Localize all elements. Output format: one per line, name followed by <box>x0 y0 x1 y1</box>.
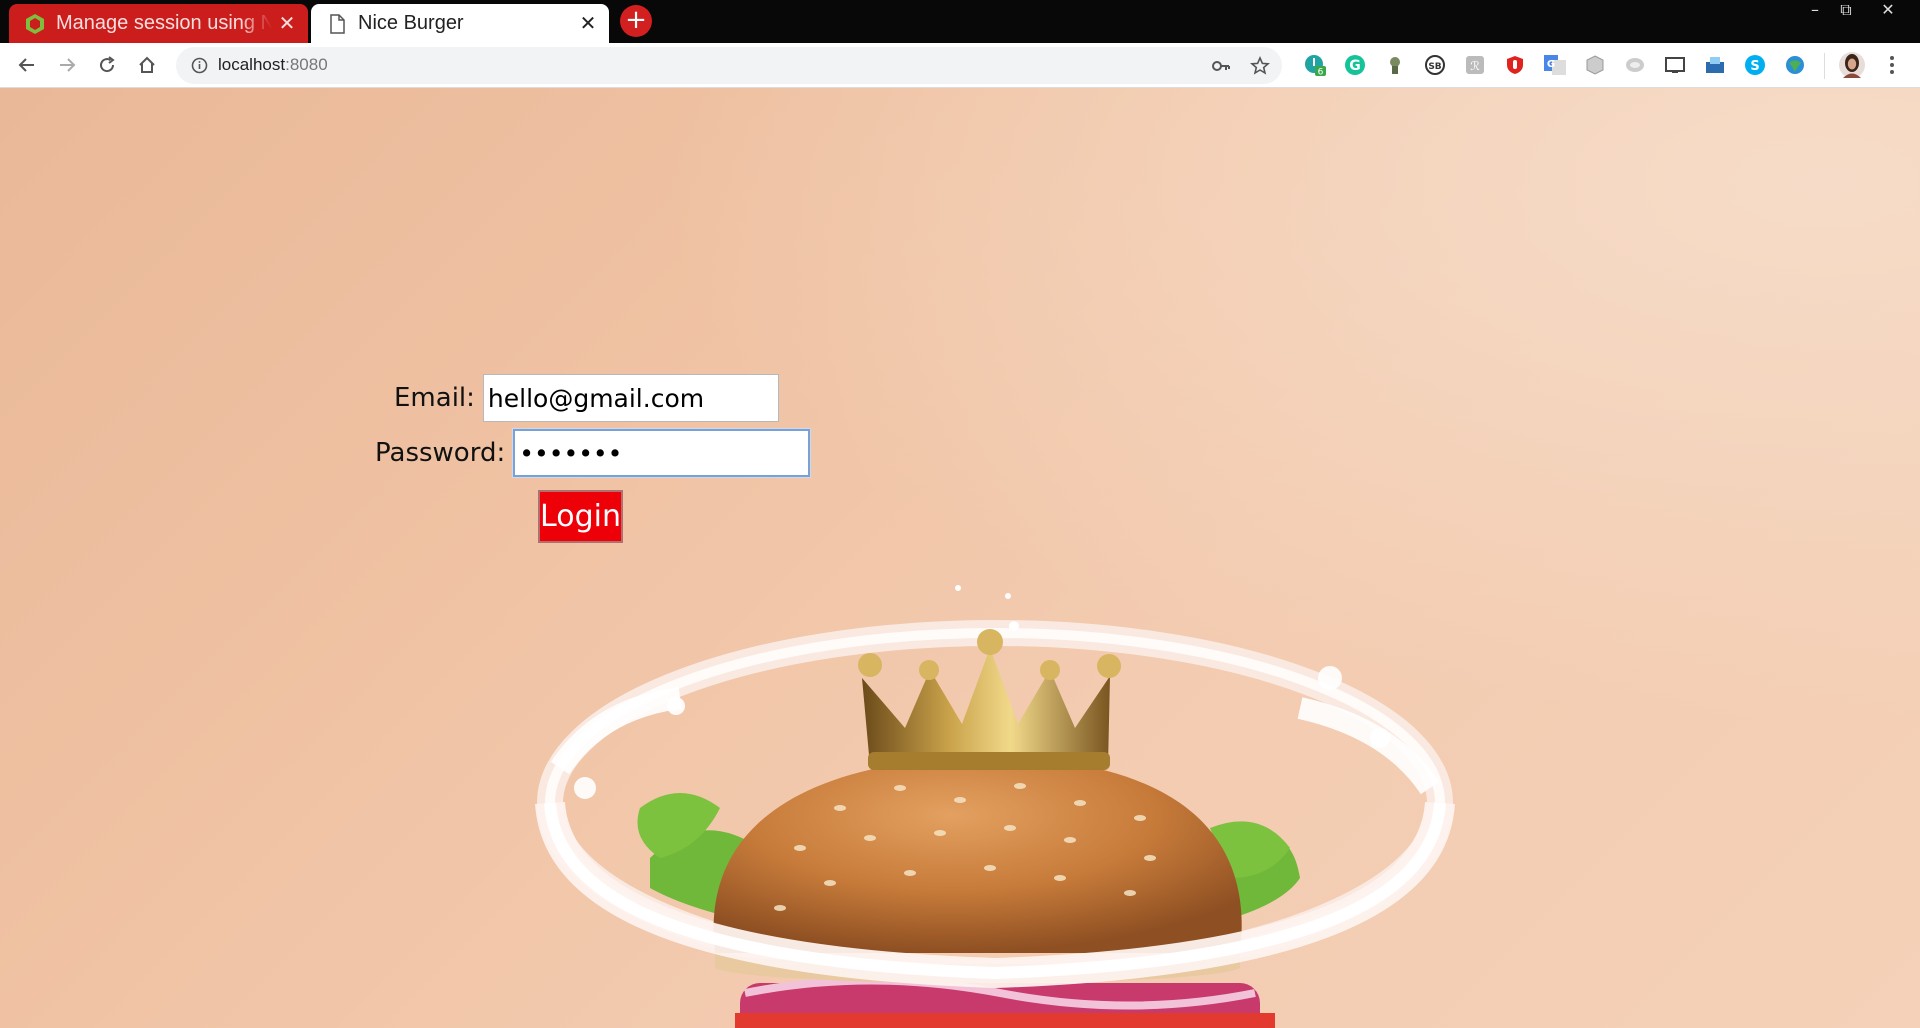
new-tab-button[interactable]: + <box>620 5 652 37</box>
login-button[interactable]: Login <box>538 490 623 543</box>
page-viewport: Email: Password: Login <box>0 88 1920 1028</box>
node-icon <box>26 13 44 34</box>
tab-nice-burger[interactable]: Nice Burger ✕ <box>311 4 609 43</box>
grammarly-icon[interactable]: G <box>1343 53 1367 77</box>
sb-icon[interactable]: SB <box>1423 53 1447 77</box>
reload-button[interactable] <box>91 49 123 81</box>
page-icon <box>330 13 345 34</box>
bookmark-star-icon[interactable] <box>1250 56 1270 76</box>
svg-text:G: G <box>1349 58 1361 74</box>
browser-tab-strip: Manage session using Node.js ✕ Nice Burg… <box>0 0 1920 43</box>
back-button[interactable] <box>11 49 43 81</box>
svg-text:ℛ: ℛ <box>1470 59 1480 73</box>
tab-manage-session[interactable]: Manage session using Node.js ✕ <box>9 4 308 43</box>
extension-icon[interactable] <box>1623 53 1647 77</box>
extension-icon[interactable] <box>1503 53 1527 77</box>
svg-text:G: G <box>1547 59 1555 70</box>
window-close-button[interactable]: ✕ <box>1870 0 1906 22</box>
email-field[interactable] <box>482 374 779 422</box>
password-row: Password: <box>375 429 811 477</box>
svg-text:S: S <box>1750 59 1759 74</box>
email-label: Email: <box>394 383 475 413</box>
back-arrow-icon <box>18 58 34 72</box>
extension-badge-icon[interactable]: 6 <box>1303 53 1327 77</box>
forward-arrow-icon <box>60 58 76 72</box>
browser-toolbar: localhost:8080 6 G SB ℛ G S <box>0 43 1920 88</box>
extension-icon[interactable] <box>1783 53 1807 77</box>
extension-icon[interactable] <box>1583 53 1607 77</box>
url-text: localhost:8080 <box>218 55 328 74</box>
translate-icon[interactable]: G <box>1543 53 1567 77</box>
avatar[interactable] <box>1838 51 1866 79</box>
email-row: Email: <box>394 374 779 422</box>
address-bar[interactable]: localhost:8080 <box>176 47 1282 84</box>
restore-button[interactable]: ⧉ <box>1828 0 1864 22</box>
close-icon[interactable]: ✕ <box>573 11 603 36</box>
info-icon[interactable] <box>191 57 208 74</box>
skype-icon[interactable]: S <box>1743 53 1767 77</box>
svg-text:SB: SB <box>1428 62 1441 72</box>
forward-button[interactable] <box>51 49 83 81</box>
reload-icon <box>100 56 115 73</box>
menu-kebab-icon[interactable] <box>1880 53 1904 77</box>
extension-icon[interactable]: ℛ <box>1463 53 1487 77</box>
key-icon[interactable] <box>1211 57 1231 75</box>
tab-title: Nice Burger <box>358 12 464 34</box>
close-icon[interactable]: ✕ <box>272 11 302 36</box>
password-field[interactable] <box>513 429 811 477</box>
password-label: Password: <box>375 438 506 468</box>
extension-icon[interactable] <box>1703 53 1727 77</box>
svg-text:6: 6 <box>1318 68 1324 78</box>
home-button[interactable] <box>131 49 163 81</box>
cast-icon[interactable] <box>1663 53 1687 77</box>
toolbar-divider <box>1824 53 1825 79</box>
tab-title: Manage session using Node.js <box>56 12 272 34</box>
home-icon <box>139 56 155 73</box>
extension-icon[interactable] <box>1383 53 1407 77</box>
burger-background-image <box>535 585 1455 1028</box>
